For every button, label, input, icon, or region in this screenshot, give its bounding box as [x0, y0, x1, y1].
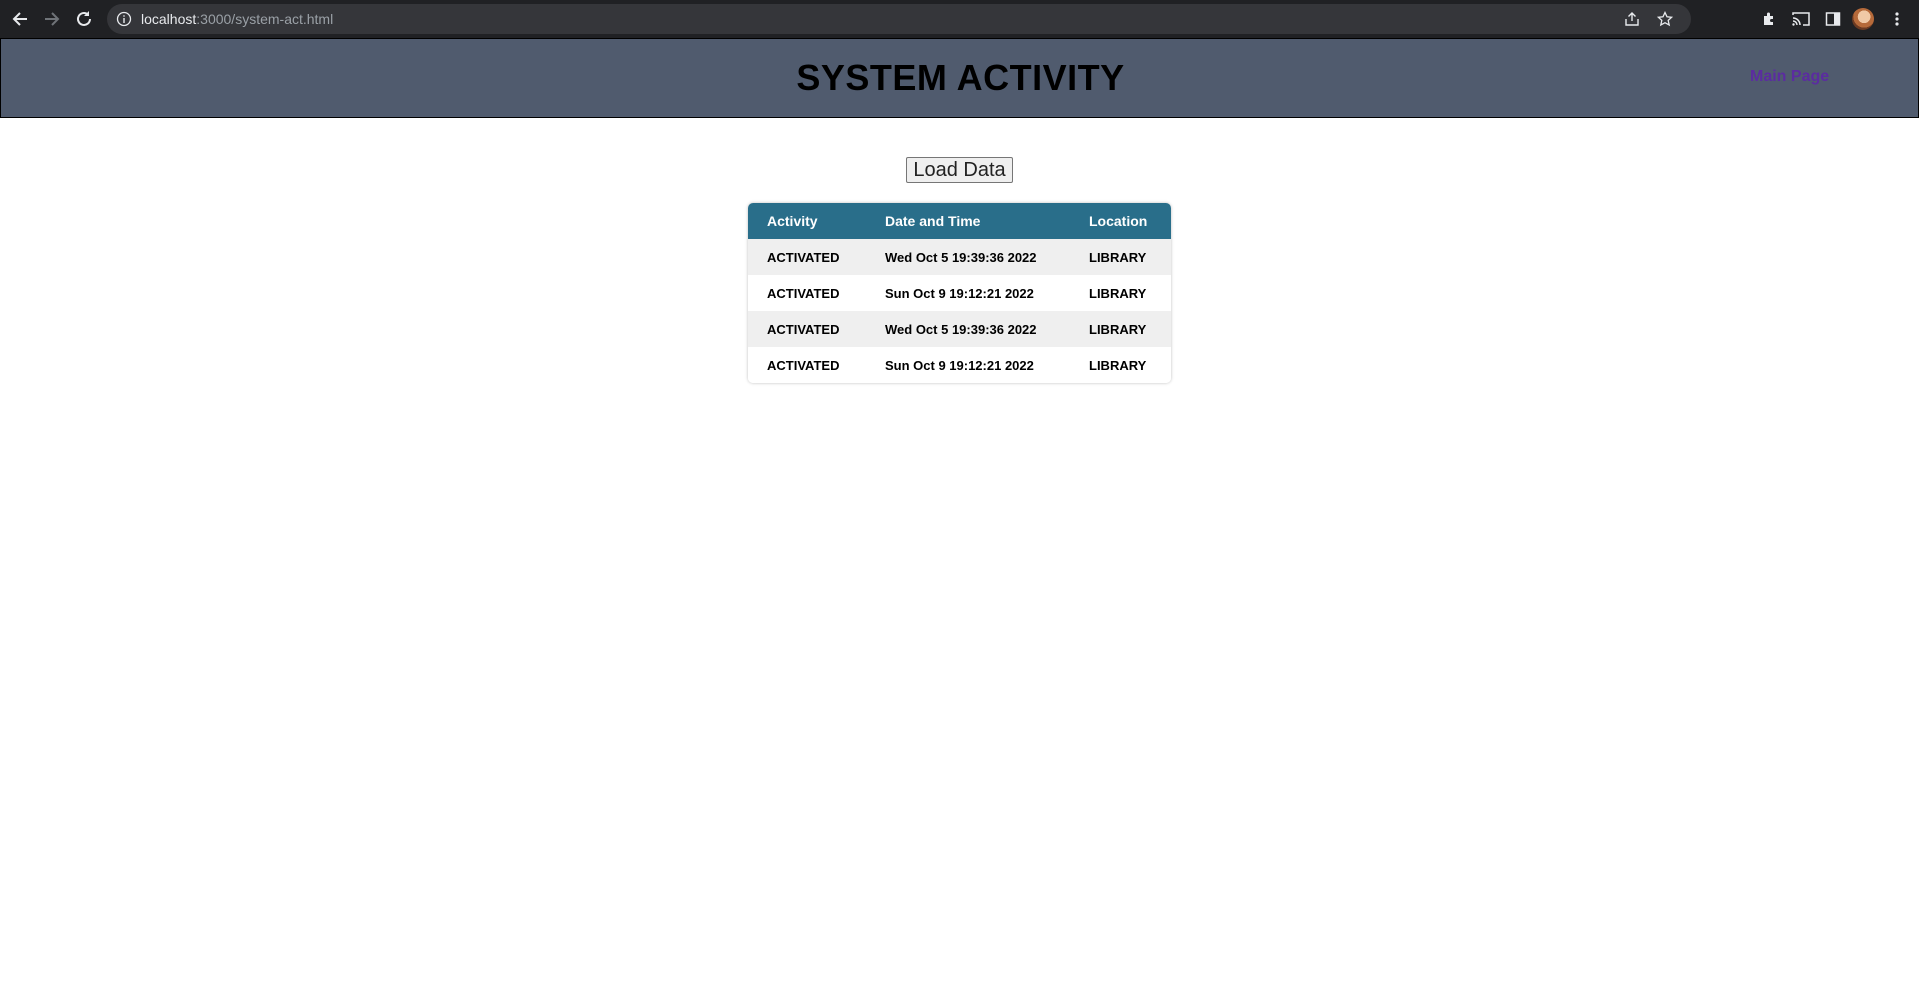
table-row: ACTIVATED Sun Oct 9 19:12:21 2022 LIBRAR…	[748, 275, 1171, 311]
cell-activity: ACTIVATED	[748, 347, 866, 383]
cell-location: LIBRARY	[1070, 275, 1171, 311]
cell-location: LIBRARY	[1070, 347, 1171, 383]
kebab-menu-icon[interactable]	[1885, 7, 1909, 31]
side-panel-icon[interactable]	[1821, 7, 1845, 31]
cell-date-time: Sun Oct 9 19:12:21 2022	[866, 275, 1070, 311]
table-header-row: Activity Date and Time Location	[748, 203, 1171, 239]
cell-date-time: Wed Oct 5 19:39:36 2022	[866, 239, 1070, 275]
column-header-location: Location	[1070, 203, 1171, 239]
page-header: SYSTEM ACTIVITY Main Page	[0, 38, 1919, 118]
info-icon[interactable]	[116, 11, 132, 27]
table-row: ACTIVATED Wed Oct 5 19:39:36 2022 LIBRAR…	[748, 311, 1171, 347]
column-header-activity: Activity	[748, 203, 866, 239]
cell-date-time: Wed Oct 5 19:39:36 2022	[866, 311, 1070, 347]
cell-location: LIBRARY	[1070, 239, 1171, 275]
browser-toolbar: localhost:3000/system-act.html	[0, 0, 1919, 38]
page-title: SYSTEM ACTIVITY	[796, 57, 1125, 98]
table-row: ACTIVATED Wed Oct 5 19:39:36 2022 LIBRAR…	[748, 239, 1171, 275]
load-data-button[interactable]: Load Data	[906, 157, 1013, 183]
reload-icon[interactable]	[70, 5, 98, 33]
url-path: :3000/system-act.html	[196, 11, 334, 27]
url-text: localhost:3000/system-act.html	[141, 10, 333, 28]
cell-activity: ACTIVATED	[748, 275, 866, 311]
activity-table: Activity Date and Time Location ACTIVATE…	[748, 203, 1171, 383]
share-icon[interactable]	[1622, 9, 1642, 29]
back-arrow-icon[interactable]	[6, 5, 34, 33]
puzzle-icon[interactable]	[1757, 7, 1781, 31]
table-row: ACTIVATED Sun Oct 9 19:12:21 2022 LIBRAR…	[748, 347, 1171, 383]
forward-arrow-icon[interactable]	[38, 5, 66, 33]
column-header-date-time: Date and Time	[866, 203, 1070, 239]
star-icon[interactable]	[1655, 9, 1675, 29]
cell-location: LIBRARY	[1070, 311, 1171, 347]
cell-activity: ACTIVATED	[748, 311, 866, 347]
cell-activity: ACTIVATED	[748, 239, 866, 275]
main-page-link[interactable]: Main Page	[1750, 68, 1829, 86]
profile-avatar[interactable]	[1852, 8, 1874, 30]
cell-date-time: Sun Oct 9 19:12:21 2022	[866, 347, 1070, 383]
url-host: localhost	[141, 11, 197, 27]
address-bar[interactable]: localhost:3000/system-act.html	[107, 4, 1691, 34]
cast-icon[interactable]	[1789, 7, 1813, 31]
